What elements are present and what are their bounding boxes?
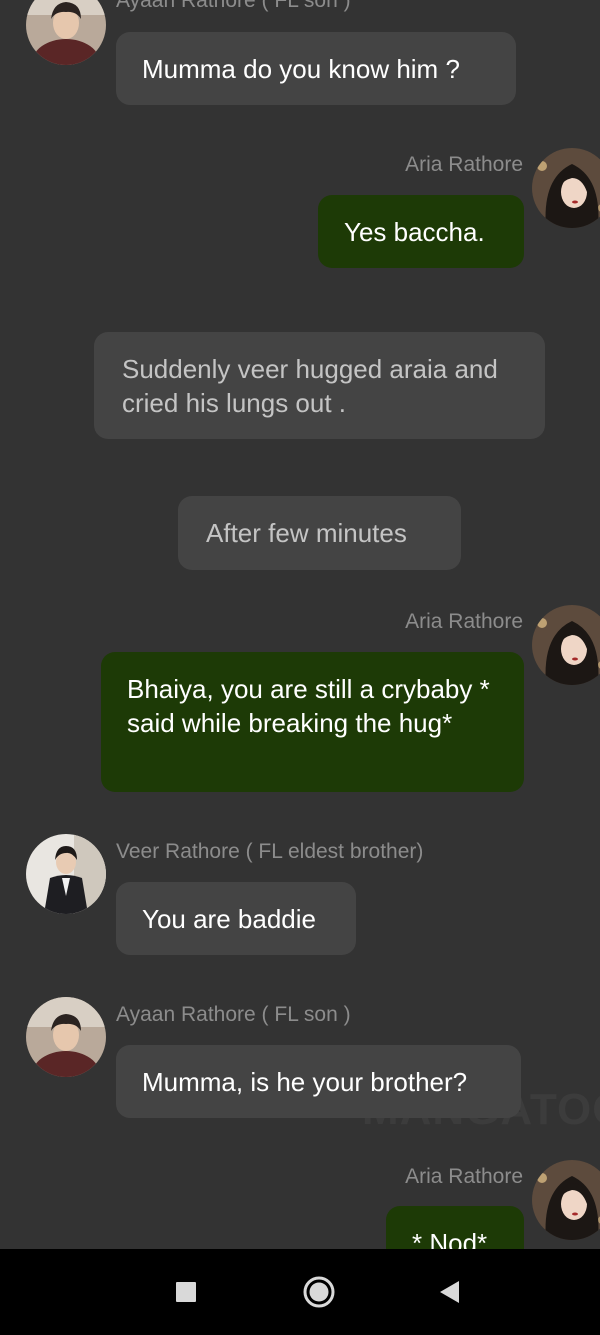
message-bubble[interactable]: Mumma do you know him ? <box>116 32 516 105</box>
message-text: Mumma do you know him ? <box>142 54 460 84</box>
recents-square-icon <box>176 1282 196 1302</box>
veer-avatar[interactable] <box>26 834 106 914</box>
message-bubble[interactable]: Bhaiya, you are still a crybaby * said w… <box>101 652 524 792</box>
back-triangle-icon <box>440 1281 459 1303</box>
back-button[interactable] <box>430 1272 470 1312</box>
message-text: * Nod* <box>412 1228 488 1249</box>
home-button[interactable] <box>299 1272 339 1312</box>
message-bubble[interactable]: Mumma, is he your brother? <box>116 1045 521 1118</box>
sender-name: Aria Rathore <box>405 153 523 176</box>
message-text: Mumma, is he your brother? <box>142 1067 468 1097</box>
narration-bubble[interactable]: After few minutes <box>178 496 461 570</box>
ayaan-avatar[interactable] <box>26 0 106 65</box>
aria-avatar[interactable] <box>532 1160 600 1240</box>
message-text: You are baddie <box>142 904 316 934</box>
ayaan-avatar[interactable] <box>26 997 106 1077</box>
aria-avatar[interactable] <box>532 605 600 685</box>
message-text: Bhaiya, you are still a crybaby * said w… <box>127 674 490 738</box>
message-bubble[interactable]: * Nod* <box>386 1206 524 1249</box>
sender-name: Aria Rathore <box>405 610 523 633</box>
home-circle-icon <box>303 1276 335 1308</box>
message-text: Yes baccha. <box>344 217 485 247</box>
recents-button[interactable] <box>166 1272 206 1312</box>
sender-name: Veer Rathore ( FL eldest brother) <box>116 840 424 863</box>
message-bubble[interactable]: You are baddie <box>116 882 356 955</box>
narration-text: After few minutes <box>206 518 407 548</box>
narration-bubble[interactable]: Suddenly veer hugged araia and cried his… <box>94 332 545 439</box>
aria-avatar[interactable] <box>532 148 600 228</box>
system-navigation-bar <box>0 1249 600 1335</box>
sender-name: Ayaan Rathore ( FL son ) <box>116 1003 351 1026</box>
message-bubble[interactable]: Yes baccha. <box>318 195 524 268</box>
sender-name: Ayaan Rathore ( FL son ) <box>116 0 351 12</box>
narration-text: Suddenly veer hugged araia and cried his… <box>122 354 498 418</box>
sender-name: Aria Rathore <box>405 1165 523 1188</box>
chat-area[interactable]: MANGATOON Ayaan Rathore ( FL son ) Mumma… <box>0 0 600 1249</box>
